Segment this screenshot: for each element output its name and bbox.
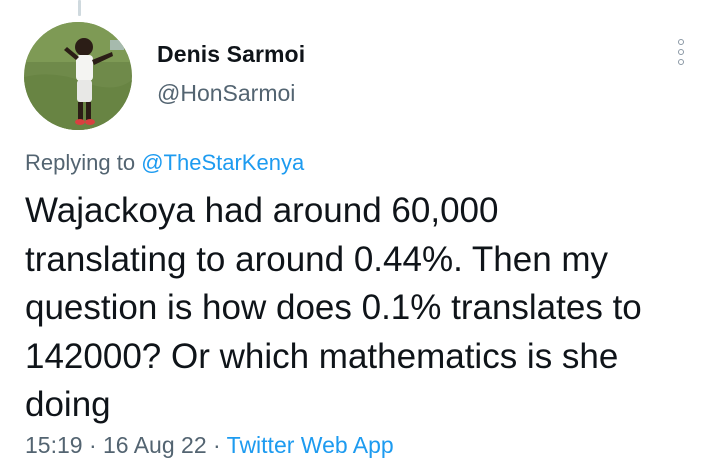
replying-to: Replying to @TheStarKenya (25, 150, 304, 176)
tweet-text: Wajackoya had around 60,000 translating … (25, 187, 705, 430)
replying-to-label: Replying to (25, 150, 136, 175)
author-handle[interactable]: @HonSarmoi (157, 80, 295, 107)
avatar-photo-icon (24, 22, 132, 130)
author-display-name[interactable]: Denis Sarmoi (157, 41, 305, 68)
replying-to-handle-link[interactable]: @TheStarKenya (141, 150, 304, 175)
meta-separator: · (213, 432, 221, 458)
more-dot (678, 49, 684, 55)
thread-connector-line (78, 0, 81, 16)
tweet-time[interactable]: 15:19 (25, 432, 83, 458)
more-dot (678, 39, 684, 45)
tweet-source-link[interactable]: Twitter Web App (227, 432, 394, 458)
tweet-text-line: Wajackoya had around 60,000 (25, 191, 499, 230)
tweet-text-line: translating to around 0.44%. Then my (25, 239, 609, 279)
tweet-meta: 15:19 · 16 Aug 22 · Twitter Web App (25, 432, 394, 459)
meta-separator: · (88, 432, 97, 458)
tweet-text-line: doing (25, 385, 111, 424)
avatar[interactable] (24, 22, 132, 130)
tweet-text-line: 142000? Or which mathematics is she (25, 336, 619, 376)
tweet-text-line: question is how does 0.1% translates to (25, 288, 642, 327)
more-options-icon[interactable] (668, 36, 694, 68)
more-dot (678, 59, 684, 65)
tweet-date[interactable]: 16 Aug 22 (103, 432, 207, 458)
